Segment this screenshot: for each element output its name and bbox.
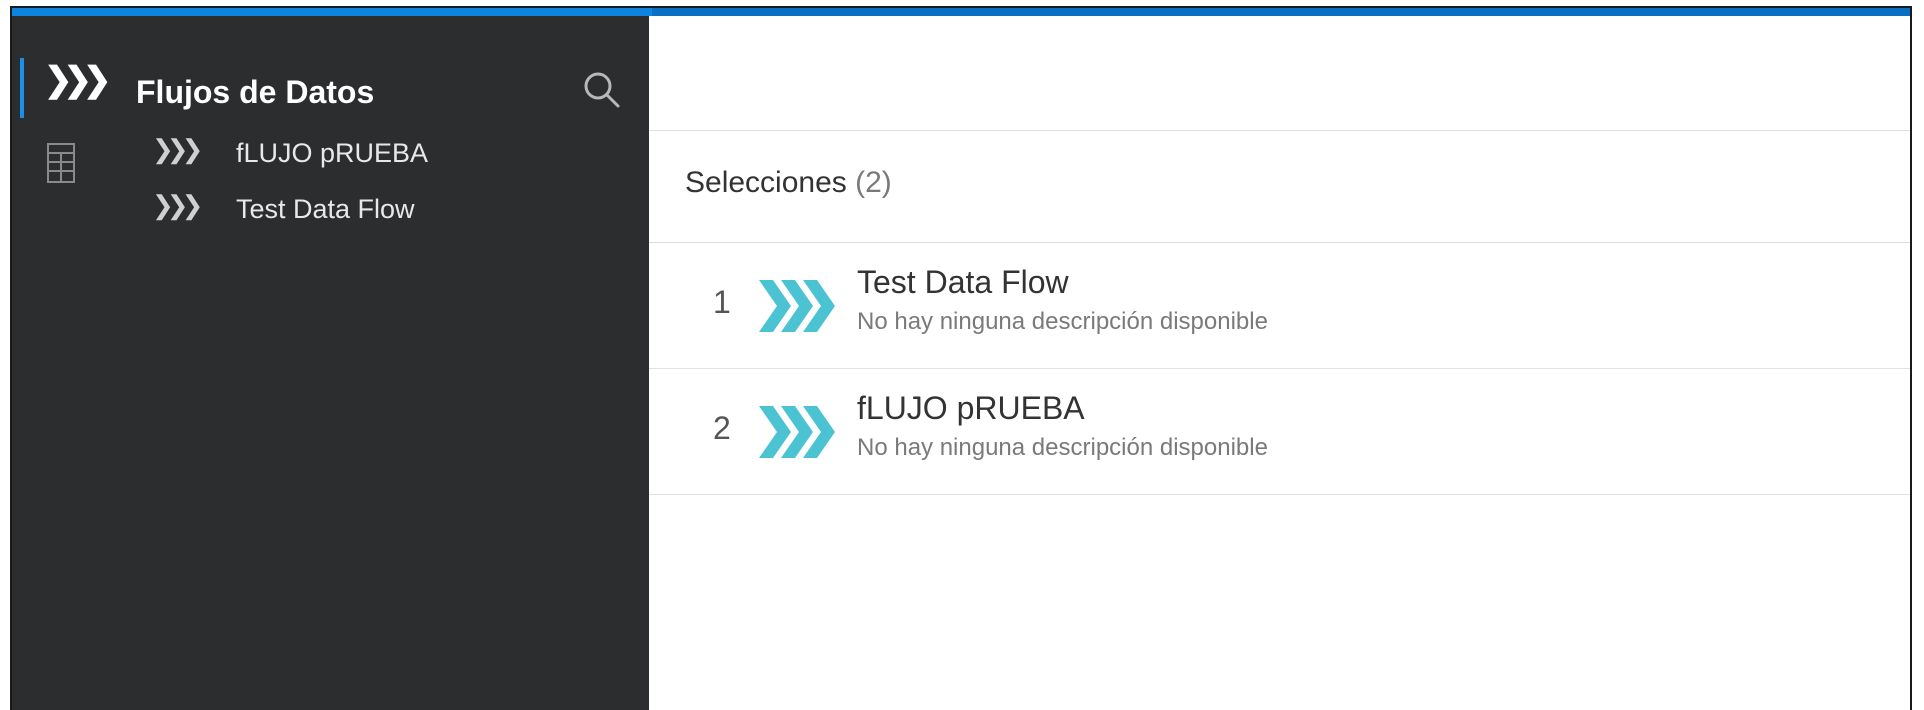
selections-title: Selecciones (2)	[685, 166, 892, 200]
selections-label: Selecciones	[685, 166, 847, 199]
rail-active-indicator	[20, 58, 24, 118]
main-toolbar	[649, 16, 1910, 131]
data-flow-icon[interactable]: ❯❯❯	[44, 62, 112, 98]
table-grid-icon[interactable]	[46, 142, 76, 184]
tree-item-label: Test Data Flow	[236, 194, 415, 224]
selections-count: (2)	[855, 166, 892, 199]
row-description: No hay ninguna descripción disponible	[857, 434, 1268, 461]
app-frame: ❯❯❯ Flujos de Datos ❯❯❯ fLUJO pRUEBA ❯❯❯…	[10, 6, 1912, 710]
chevrons-icon: ❯❯❯	[152, 134, 203, 164]
selections-header: Selecciones (2)	[649, 130, 1910, 243]
top-accent-bar	[12, 8, 1910, 16]
panel-title: Flujos de Datos	[136, 74, 375, 110]
sidebar: ❯❯❯ Flujos de Datos ❯❯❯ fLUJO pRUEBA ❯❯❯…	[12, 16, 649, 710]
tree-item-label: fLUJO pRUEBA	[236, 138, 429, 168]
row-index: 1	[713, 284, 731, 320]
row-name: fLUJO pRUEBA	[857, 390, 1085, 426]
list-item[interactable]: 1 Test Data Flow No hay ninguna descripc…	[649, 244, 1910, 369]
chevrons-icon: ❯❯❯	[152, 190, 203, 220]
search-icon[interactable]	[580, 68, 624, 112]
data-flow-icon	[759, 280, 835, 332]
row-description: No hay ninguna descripción disponible	[857, 308, 1268, 335]
row-name: Test Data Flow	[857, 264, 1069, 300]
list-item[interactable]: 2 fLUJO pRUEBA No hay ninguna descripció…	[649, 370, 1910, 495]
data-flow-icon	[759, 406, 835, 458]
row-index: 2	[713, 410, 731, 446]
